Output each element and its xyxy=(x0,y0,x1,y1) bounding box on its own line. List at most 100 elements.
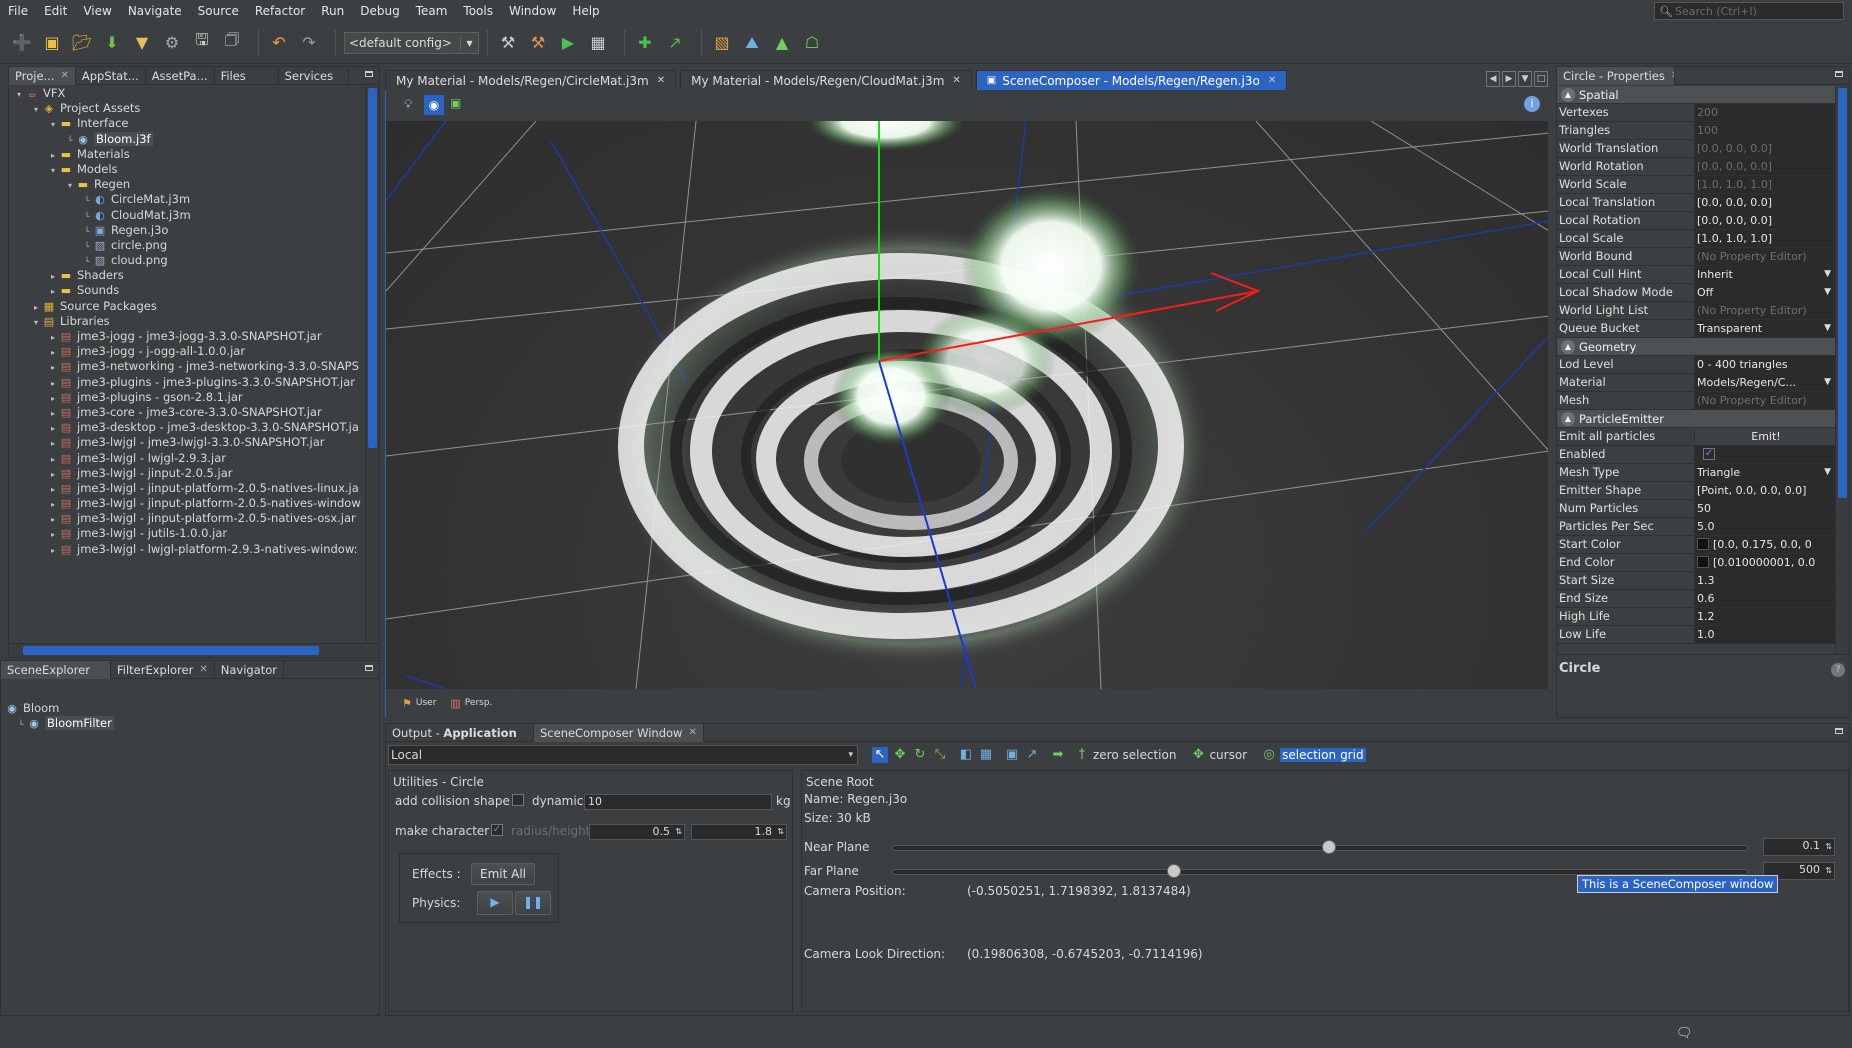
expand-closed-icon[interactable]: ▸ xyxy=(30,300,42,315)
expand-closed-icon[interactable]: ▸ xyxy=(47,467,59,482)
scrollbar-thumb[interactable] xyxy=(23,646,319,655)
chevron-down-icon[interactable]: ▼ xyxy=(1824,464,1831,481)
expand-closed-icon[interactable]: ▸ xyxy=(47,436,59,451)
tree-item[interactable]: ▸ ▤ jme3-plugins - jme3-plugins-3.3.0-SNAP… xyxy=(9,375,365,390)
tab-files[interactable]: Files xyxy=(215,67,279,85)
redo-icon[interactable]: ↷ xyxy=(297,31,321,55)
minimize-icon[interactable] xyxy=(1835,728,1843,734)
chevron-down-icon[interactable]: ▼ xyxy=(1824,320,1831,337)
selection-toggle[interactable]: selection xyxy=(1280,748,1339,762)
forward-icon[interactable]: ↗ xyxy=(663,31,687,55)
close-icon[interactable]: ✕ xyxy=(1671,67,1674,85)
menu-source[interactable]: Source xyxy=(190,0,247,22)
tab-scenecomposer-window[interactable]: SceneComposer Window ✕ xyxy=(534,724,704,742)
tab-properties[interactable]: Circle - Properties ✕ xyxy=(1557,67,1675,85)
globe-icon[interactable]: ◎ xyxy=(1261,747,1277,763)
property-value[interactable]: 50 xyxy=(1695,500,1835,517)
menu-refactor[interactable]: Refactor xyxy=(247,0,313,22)
save-icon[interactable]: 🖫︎ xyxy=(190,30,214,55)
close-icon[interactable]: ✕ xyxy=(60,67,68,85)
scroll-left-icon[interactable]: ◀ xyxy=(1486,71,1500,87)
expand-closed-icon[interactable]: ▸ xyxy=(47,148,59,163)
graph-icon[interactable]: ▲ xyxy=(770,31,794,55)
expand-open-icon[interactable]: ▾ xyxy=(13,87,25,102)
cursor-button[interactable]: cursor xyxy=(1209,748,1247,762)
vertical-scrollbar[interactable] xyxy=(1835,86,1849,714)
close-icon[interactable]: ✕ xyxy=(199,661,207,679)
collapse-icon[interactable]: ▲ xyxy=(1561,87,1575,102)
tree-item[interactable]: ▾ ☕ VFX xyxy=(9,86,365,101)
menu-edit[interactable]: Edit xyxy=(36,0,75,22)
notification-icon[interactable]: 🗨︎ xyxy=(1676,1026,1693,1041)
tree-item[interactable]: └ ▨ cloud.png xyxy=(9,253,365,268)
tree-item[interactable]: ▾ ▤ Libraries xyxy=(9,314,365,329)
tree-item[interactable]: └ ◐ CloudMat.j3m xyxy=(9,208,365,223)
tree-item[interactable]: ▸ ▬ Sounds xyxy=(9,283,365,298)
expand-closed-icon[interactable]: ▸ xyxy=(47,360,59,375)
terrain-icon[interactable]: ⛰ xyxy=(740,31,764,55)
tab-projects[interactable]: Proje... ✕ xyxy=(9,67,76,85)
menu-debug[interactable]: Debug xyxy=(352,0,407,22)
search-input[interactable]: 🔍︎ Search (Ctrl+I) xyxy=(1654,2,1844,20)
expand-closed-icon[interactable]: ▸ xyxy=(47,512,59,527)
new-file-icon[interactable]: ➕ xyxy=(10,31,34,55)
chevron-down-icon[interactable]: ▼ xyxy=(1824,374,1831,391)
expand-closed-icon[interactable]: ▸ xyxy=(47,421,59,436)
property-value[interactable]: [0.0, 0.0, 0.0] xyxy=(1695,212,1835,229)
download-icon[interactable]: ⬇ xyxy=(100,31,124,55)
cube-icon[interactable]: ▣ xyxy=(450,96,461,110)
expand-closed-icon[interactable]: ▸ xyxy=(47,269,59,284)
property-value[interactable]: Inherit ▼ xyxy=(1695,266,1835,283)
spinner-icon[interactable]: ⇅ xyxy=(777,825,784,839)
menu-view[interactable]: View xyxy=(75,0,119,22)
tree-item[interactable]: ▸ ▤ jme3-lwjgl - jinput-platform-2.0.5-nat… xyxy=(9,481,365,496)
add-collision-checkbox[interactable] xyxy=(512,794,524,806)
tree-item[interactable]: ▸ ▤ jme3-jogg - jme3-jogg-3.3.0-SNAPSHOT.j… xyxy=(9,329,365,344)
rotate-tool-icon[interactable]: ↻ xyxy=(912,747,928,763)
move-tool-icon[interactable]: ✥ xyxy=(892,747,908,763)
tab-scenecomposer[interactable]: ▣ SceneComposer - Models/Regen/Regen.j3o ✕ xyxy=(975,70,1288,90)
tree-item[interactable]: ▸ ▤ jme3-lwjgl - jinput-2.0.5.jar xyxy=(9,466,365,481)
tree-item[interactable]: ▸ ▤ jme3-core - jme3-core-3.3.0-SNAPSHOT.j… xyxy=(9,405,365,420)
tree-item[interactable]: ▸ ▤ jme3-lwjgl - jinput-platform-2.0.5-nat… xyxy=(9,496,365,511)
tab-appstates[interactable]: AppStat... xyxy=(76,67,146,85)
close-icon[interactable]: ✕ xyxy=(952,71,960,91)
menu-run[interactable]: Run xyxy=(313,0,352,22)
property-value[interactable]: 0 - 400 triangles xyxy=(1695,356,1835,373)
undo-icon[interactable]: ↶ xyxy=(267,31,291,55)
minimize-icon[interactable] xyxy=(365,71,373,77)
property-section[interactable]: ▲ Spatial xyxy=(1557,86,1835,104)
expand-closed-icon[interactable]: ▸ xyxy=(47,330,59,345)
near-plane-slider[interactable] xyxy=(892,845,1748,851)
tree-item[interactable]: ▸ ▬ Shaders xyxy=(9,268,365,283)
tab-sceneexplorer[interactable]: SceneExplorer xyxy=(1,661,111,679)
tree-item[interactable]: └ ◉ Bloom.j3f xyxy=(9,131,365,147)
property-value[interactable]: Models/Regen/C... ▼ xyxy=(1695,374,1835,391)
height-input[interactable]: 1.8 ⇅ xyxy=(691,824,787,840)
chevron-down-icon[interactable]: ▼ xyxy=(1824,266,1831,283)
expand-closed-icon[interactable]: ▸ xyxy=(47,497,59,512)
menu-help[interactable]: Help xyxy=(564,0,607,22)
open-project-icon[interactable]: 📂︎ xyxy=(70,31,94,55)
expand-open-icon[interactable]: ▾ xyxy=(30,102,42,117)
close-icon[interactable]: ✕ xyxy=(657,71,665,91)
filter-icon[interactable]: ▼ xyxy=(130,31,154,55)
menu-file[interactable]: File xyxy=(0,0,36,22)
menu-window[interactable]: Window xyxy=(501,0,564,22)
help-icon[interactable]: ? xyxy=(1831,663,1845,677)
property-section[interactable]: ▲ ParticleEmitter xyxy=(1557,410,1835,428)
debug-icon[interactable]: ▦ xyxy=(586,31,610,55)
expand-closed-icon[interactable]: ▸ xyxy=(47,345,59,360)
cursor-icon[interactable]: ✥ xyxy=(1190,747,1206,763)
arrow-right-icon[interactable]: ➡ xyxy=(1050,747,1066,763)
property-value[interactable]: [Point, 0.0, 0.0, 0.0] xyxy=(1695,482,1835,499)
scrollbar-thumb[interactable] xyxy=(1838,88,1847,498)
expand-open-icon[interactable]: ▾ xyxy=(47,163,59,178)
make-character-checkbox[interactable]: ✓ xyxy=(491,824,503,836)
tree-item[interactable]: ▾ ▬ Regen xyxy=(9,177,365,192)
radius-input[interactable]: 0.5 ⇅ xyxy=(589,824,685,840)
near-plane-input[interactable]: 0.1 ⇅ xyxy=(1763,838,1835,856)
image-tool-icon[interactable]: ▧ xyxy=(710,31,734,55)
spinner-icon[interactable]: ⇅ xyxy=(675,825,682,839)
tab-assetpacks[interactable]: AssetPa... xyxy=(146,67,215,85)
